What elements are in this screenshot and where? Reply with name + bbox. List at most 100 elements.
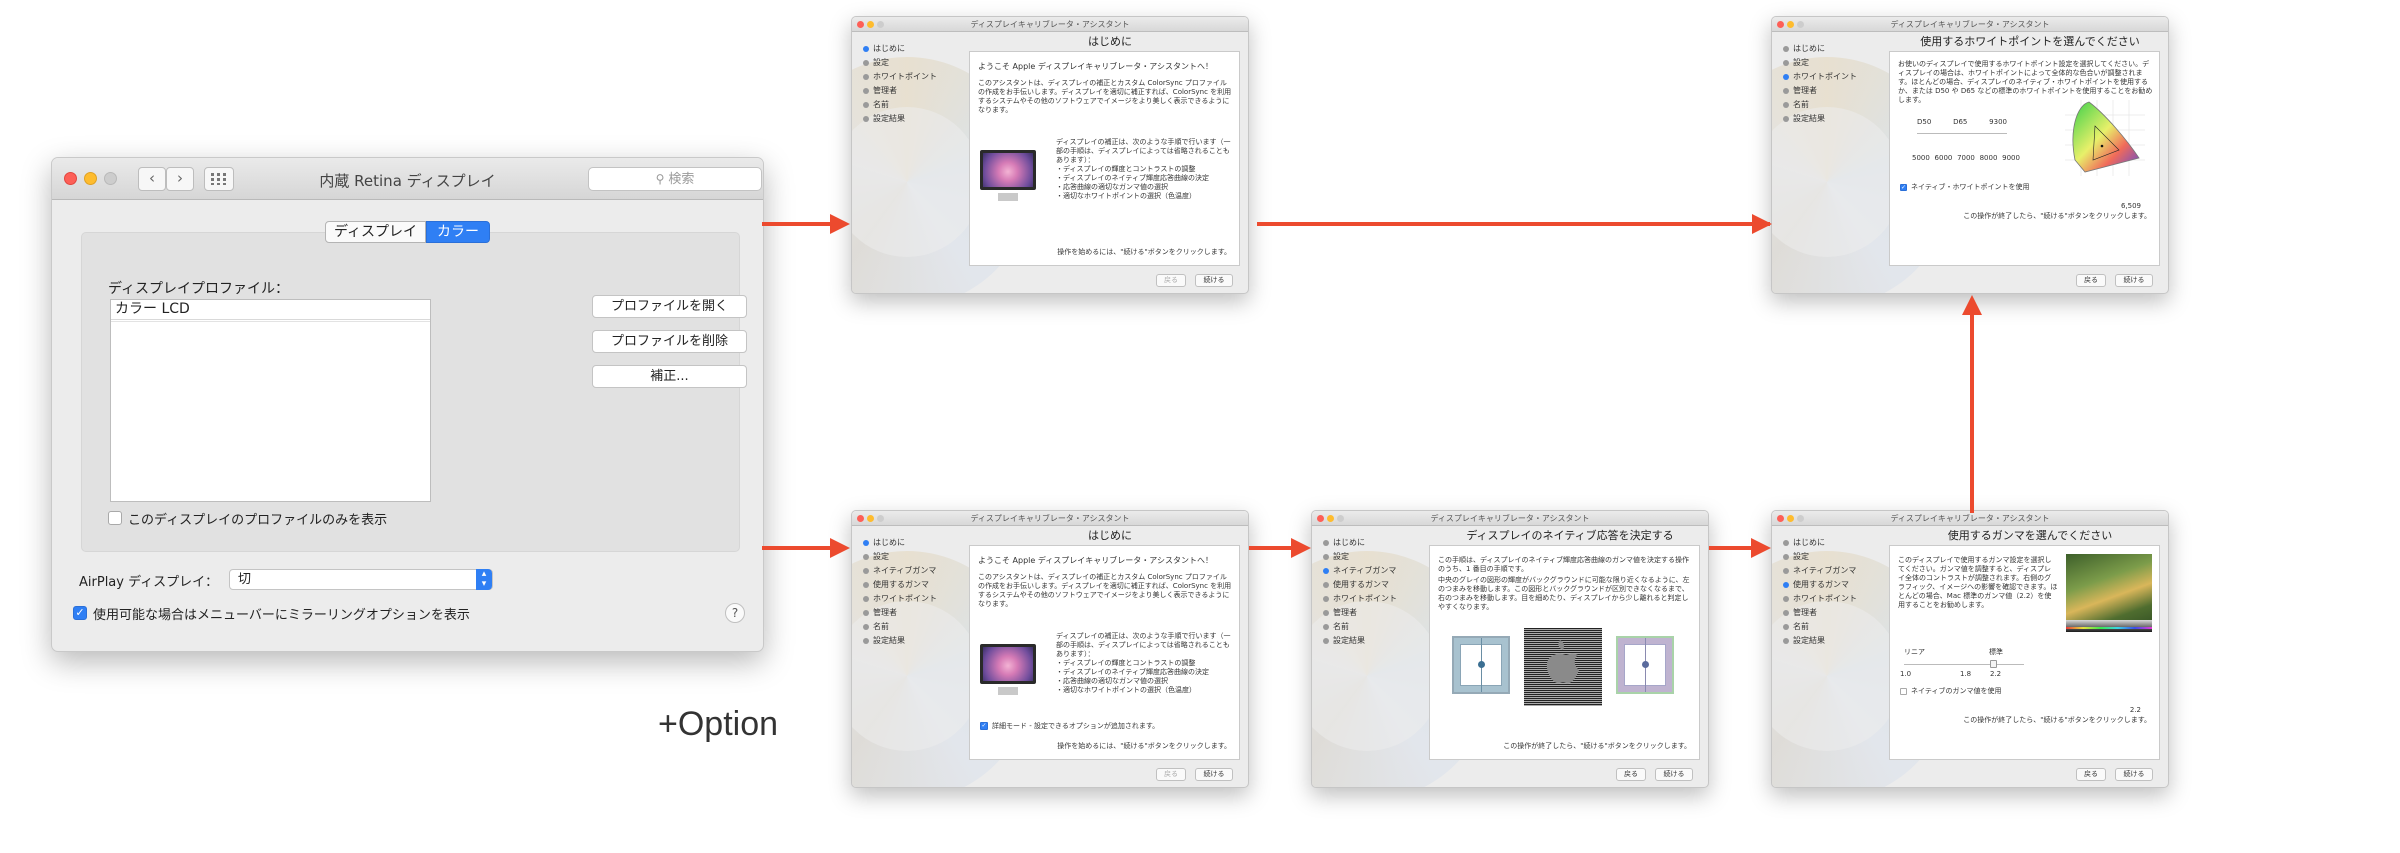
step-label: 設定結果 bbox=[873, 636, 905, 645]
step-label: ホワイトポイント bbox=[1333, 594, 1397, 603]
airplay-popup[interactable]: 切 ▴ ▾ bbox=[229, 569, 493, 590]
search-field[interactable]: ⚲ 検索 bbox=[588, 167, 762, 191]
step-label: 設定 bbox=[1793, 58, 1809, 67]
white-point-description: お使いのディスプレイで使用するホワイトポイント設定を選択してください。ディスプレ… bbox=[1898, 60, 2153, 104]
step-dot-icon bbox=[1783, 102, 1789, 108]
title-bar: ディスプレイキャリブレータ・アシスタント bbox=[1772, 17, 2168, 32]
adjust-knob-icon[interactable] bbox=[1642, 661, 1649, 668]
back-button[interactable]: 戻る bbox=[2076, 768, 2106, 781]
list-item[interactable]: カラー LCD bbox=[111, 300, 430, 320]
step-label: 名前 bbox=[1793, 100, 1809, 109]
step-item: 使用するガンマ bbox=[1783, 578, 1857, 592]
step-label: ホワイトポイント bbox=[873, 594, 937, 603]
gamma-tick: 2.2 bbox=[1990, 670, 2002, 678]
display-stand bbox=[998, 687, 1018, 695]
right-adjust-square[interactable] bbox=[1616, 636, 1674, 694]
step-item: 管理者 bbox=[863, 606, 937, 620]
delete-profile-button[interactable]: プロファイルを削除 bbox=[592, 330, 747, 353]
step-dot-icon bbox=[863, 568, 869, 574]
native-gamma-checkbox[interactable] bbox=[1900, 688, 1907, 695]
step-label: 名前 bbox=[873, 100, 889, 109]
open-profile-button[interactable]: プロファイルを開く bbox=[592, 295, 747, 318]
step-item: 設定 bbox=[863, 56, 937, 70]
white-point-slider[interactable] bbox=[1917, 133, 2007, 134]
scale-label: 8000 bbox=[1979, 154, 1998, 162]
step-item: ホワイトポイント bbox=[863, 70, 937, 84]
steps-intro: ディスプレイの補正は、次のような手順で行います（一部の手順は、ディスプレイによっ… bbox=[1056, 632, 1231, 658]
title-bar: ディスプレイキャリブレータ・アシスタント bbox=[1772, 511, 2168, 526]
content-box: ようこそ Apple ディスプレイキャリブレータ・アシスタントへ！ このアシスタ… bbox=[969, 545, 1240, 760]
help-button[interactable]: ? bbox=[725, 603, 745, 623]
scale-label: 5000 bbox=[1912, 154, 1930, 162]
bullet-item: ・ディスプレイの輝度とコントラストの調整 bbox=[1056, 659, 1196, 667]
arrow-intro-to-native bbox=[1249, 546, 1291, 550]
tab-display[interactable]: ディスプレイ bbox=[325, 221, 426, 243]
window-title: ディスプレイキャリブレータ・アシスタント bbox=[970, 20, 1130, 29]
arrow-right-icon bbox=[1751, 538, 1771, 558]
white-point-value: 6,509 bbox=[2120, 202, 2141, 210]
native-response-description: この手順は、ディスプレイのネイティブ輝度応答曲線のガンマ値を決定する操作のうち、… bbox=[1438, 556, 1689, 573]
continue-button[interactable]: 続ける bbox=[1195, 274, 1233, 287]
color-panel: ディスプレイプロファイル： カラー LCD プロファイルを開く プロファイルを削… bbox=[81, 232, 747, 552]
adjust-knob-icon[interactable] bbox=[1478, 661, 1485, 668]
gamma-slider-knob-icon[interactable] bbox=[1990, 660, 1997, 668]
step-dot-icon bbox=[1783, 582, 1789, 588]
apple-test-pattern bbox=[1524, 628, 1602, 706]
step-dot-icon bbox=[863, 74, 869, 80]
assistant-window-white-point: ディスプレイキャリブレータ・アシスタント はじめに 設定 ホワイトポイント 管理… bbox=[1771, 16, 2169, 294]
mirroring-checkbox[interactable]: ✓ bbox=[73, 606, 87, 620]
expert-mode-checkbox[interactable]: ✓ bbox=[980, 722, 988, 730]
gamma-slider[interactable] bbox=[1904, 664, 2024, 665]
step-label: はじめに bbox=[873, 44, 905, 53]
continue-button[interactable]: 続ける bbox=[2115, 274, 2153, 287]
section-heading: 使用するホワイトポイントを選んでください bbox=[1920, 35, 2140, 48]
content-box: この手順は、ディスプレイのネイティブ輝度応答曲線のガンマ値を決定する操作のうち、… bbox=[1429, 545, 1700, 760]
assistant-window-gamma: ディスプレイキャリブレータ・アシスタント はじめに 設定 ネイティブガンマ 使用… bbox=[1771, 510, 2169, 788]
only-this-display-checkbox[interactable] bbox=[108, 511, 122, 525]
step-dot-icon bbox=[863, 624, 869, 630]
scale-label: 7000 bbox=[1957, 154, 1975, 162]
step-label: 名前 bbox=[873, 622, 889, 631]
step-item: ネイティブガンマ bbox=[1323, 564, 1397, 578]
gamma-tick: 1.0 bbox=[1900, 670, 1912, 678]
step-item: はじめに bbox=[863, 536, 937, 550]
back-button[interactable]: 戻る bbox=[1616, 768, 1646, 781]
mirroring-label: 使用可能な場合はメニューバーにミラーリングオプションを表示 bbox=[93, 608, 470, 623]
continue-button[interactable]: 続ける bbox=[1195, 768, 1233, 781]
step-label: ホワイトポイント bbox=[1793, 594, 1857, 603]
step-label: 名前 bbox=[1333, 622, 1349, 631]
back-button[interactable]: 戻る bbox=[1156, 768, 1186, 781]
step-label: 名前 bbox=[1793, 622, 1809, 631]
arrow-right-icon bbox=[1291, 538, 1311, 558]
step-label: 使用するガンマ bbox=[1793, 580, 1849, 589]
gamma-value: 2.2 bbox=[2129, 706, 2141, 714]
steps-list: はじめに 設定 ホワイトポイント 管理者 名前 設定結果 bbox=[1783, 42, 1857, 126]
profile-list[interactable]: カラー LCD bbox=[110, 299, 431, 502]
step-item: 使用するガンマ bbox=[863, 578, 937, 592]
step-dot-icon bbox=[863, 88, 869, 94]
steps-list: はじめに 設定 ネイティブガンマ 使用するガンマ ホワイトポイント 管理者 名前… bbox=[1783, 536, 1857, 648]
profile-name: カラー LCD bbox=[115, 301, 190, 317]
continue-button[interactable]: 続ける bbox=[1655, 768, 1693, 781]
scale-label: 6000 bbox=[1934, 154, 1953, 162]
option-key-annotation: +Option bbox=[658, 705, 779, 743]
tab-color[interactable]: カラー bbox=[426, 221, 490, 243]
window-title: ディスプレイキャリブレータ・アシスタント bbox=[1890, 20, 2050, 29]
back-button[interactable]: 戻る bbox=[2076, 274, 2106, 287]
native-white-point-checkbox[interactable]: ✓ bbox=[1900, 184, 1907, 191]
calibrate-button[interactable]: 補正... bbox=[592, 365, 747, 388]
white-point-marks: D50 D65 9300 bbox=[1917, 118, 2007, 127]
white-point-scale: 5000 6000 7000 8000 9000 bbox=[1912, 154, 2020, 163]
step-item: 設定結果 bbox=[863, 112, 937, 126]
step-label: 使用するガンマ bbox=[873, 580, 929, 589]
continue-button[interactable]: 続ける bbox=[2115, 768, 2153, 781]
back-button[interactable]: 戻る bbox=[1156, 274, 1186, 287]
left-adjust-square[interactable] bbox=[1452, 636, 1510, 694]
native-white-point-label: ネイティブ・ホワイトポイントを使用 bbox=[1911, 183, 2030, 191]
standard-label: 標準 bbox=[1989, 648, 2003, 656]
display-image bbox=[980, 644, 1036, 684]
title-bar: ディスプレイキャリブレータ・アシスタント bbox=[1312, 511, 1708, 526]
arrow-right-icon bbox=[1752, 214, 1772, 234]
step-dot-icon bbox=[863, 596, 869, 602]
display-preferences-window: ‹ › 内蔵 Retina ディスプレイ ⚲ 検索 ディスプレイプロファイル： カ… bbox=[51, 157, 764, 652]
